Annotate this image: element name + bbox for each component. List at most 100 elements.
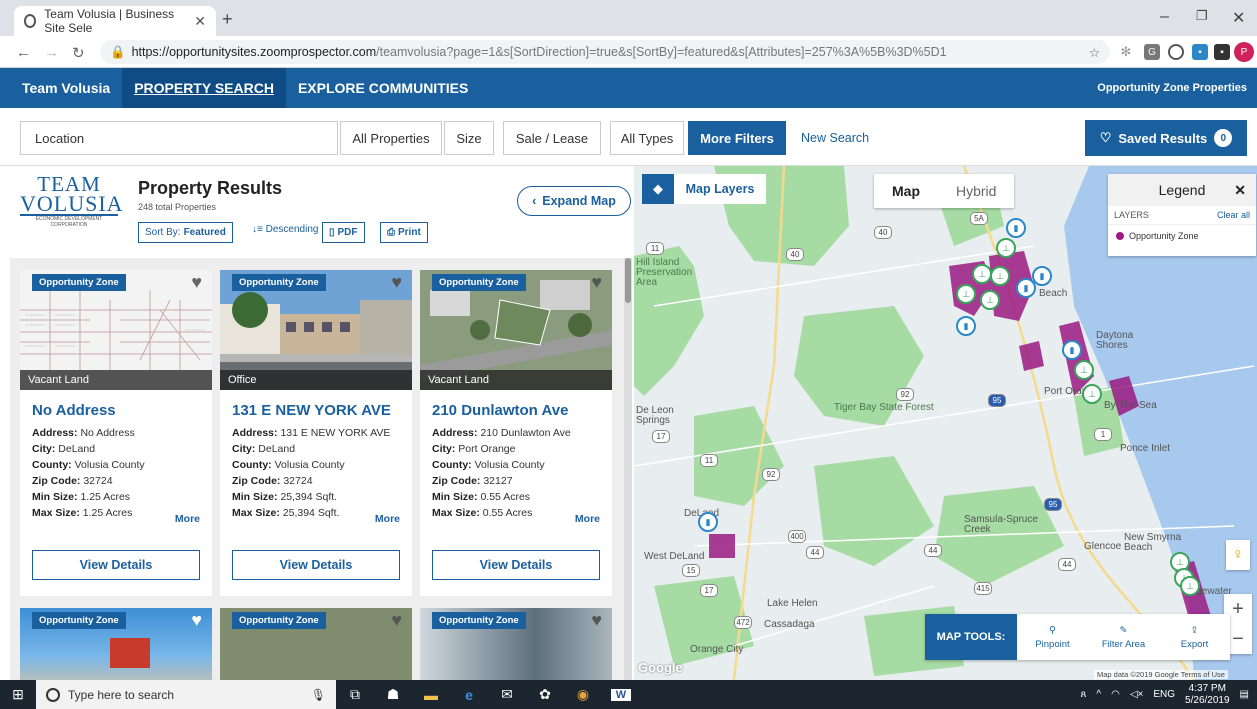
heart-icon[interactable]: ♥ [591,272,602,293]
windows-start-icon[interactable]: ⊞ [0,686,36,703]
view-details-button[interactable]: View Details [32,550,200,580]
pdf-button[interactable]: ▯ PDF [322,222,365,243]
reload-icon[interactable]: ↻ [72,44,85,62]
property-image[interactable]: Opportunity Zone ♥ [220,608,412,680]
map-type-map[interactable]: Map [874,174,938,208]
people-app-icon[interactable]: ☗ [374,686,412,703]
url-input[interactable]: 🔒 https://opportunitysites.zoomprospecto… [100,40,1110,64]
extension-icon[interactable]: G [1144,44,1160,60]
building-pin-icon[interactable]: ▮ [1016,278,1036,298]
task-view-icon[interactable]: ⧉ [336,686,374,703]
all-types-button[interactable]: All Types [610,121,684,155]
land-pin-icon[interactable]: ⊥ [990,266,1010,286]
close-window-icon[interactable]: ✕ [1232,8,1245,28]
view-details-button[interactable]: View Details [432,550,600,580]
nav-property-search[interactable]: PROPERTY SEARCH [122,68,286,108]
map-view[interactable]: Tiger Bay State Forest Port Orange By-Th… [634,166,1257,680]
scrollbar-thumb[interactable] [625,258,631,303]
microphone-icon[interactable]: 🎙 [311,688,326,702]
property-image[interactable]: Opportunity Zone ♥ [420,608,612,680]
property-card[interactable]: Opportunity Zone ♥ [420,608,612,680]
extension-icon[interactable]: ✻ [1118,44,1134,60]
property-image[interactable]: Opportunity Zone ♥ Vacant Land [20,270,212,390]
land-pin-icon[interactable]: ⊥ [980,290,1000,310]
land-pin-icon[interactable]: ⊥ [1074,360,1094,380]
land-pin-icon[interactable]: ⊥ [956,284,976,304]
minimize-icon[interactable]: – [1160,8,1169,26]
building-pin-icon[interactable]: ▮ [956,316,976,336]
forward-icon[interactable]: → [44,44,59,61]
close-tab-icon[interactable]: ✕ [194,13,206,30]
heart-icon[interactable]: ♥ [191,610,202,631]
land-pin-icon[interactable]: ⊥ [996,238,1016,258]
export-tool[interactable]: ⇪ Export [1159,614,1230,660]
clock[interactable]: 4:37 PM 5/26/2019 [1185,683,1230,707]
location-input[interactable]: Location [20,121,338,155]
map-type-hybrid[interactable]: Hybrid [938,174,1014,208]
app-icon[interactable]: ✿ [526,686,564,703]
star-icon[interactable]: ☆ [1089,45,1100,60]
clear-all-link[interactable]: Clear all [1217,210,1250,220]
pinpoint-tool[interactable]: ⚲ Pinpoint [1017,614,1088,660]
land-pin-icon[interactable]: ⊥ [1180,576,1200,596]
property-image[interactable]: Opportunity Zone ♥ Vacant Land [420,270,612,390]
property-card[interactable]: Opportunity Zone ♥ [220,608,412,680]
print-button[interactable]: ⎙ Print [380,222,428,243]
file-explorer-icon[interactable]: ▬ [412,687,450,703]
nav-explore-communities[interactable]: EXPLORE COMMUNITIES [286,68,480,108]
heart-icon[interactable]: ♥ [591,610,602,631]
property-title[interactable]: No Address [32,402,200,419]
browser-tab[interactable]: Team Volusia | Business Site Sele ✕ [14,6,216,36]
property-image[interactable]: Opportunity Zone ♥ Office [220,270,412,390]
more-link[interactable]: More [375,513,400,525]
people-icon[interactable]: ጸ [1081,689,1087,700]
saved-results-button[interactable]: ♡ Saved Results 0 [1085,120,1247,156]
new-search-link[interactable]: New Search [801,131,869,145]
profile-avatar[interactable]: P [1234,42,1254,62]
more-link[interactable]: More [575,513,600,525]
results-scrollbar[interactable] [624,258,632,680]
heart-icon[interactable]: ♥ [391,272,402,293]
zoom-in-icon[interactable]: + [1232,598,1244,621]
new-tab-icon[interactable]: + [222,9,233,30]
land-pin-icon[interactable]: ⊥ [972,264,992,284]
expand-map-button[interactable]: ‹ Expand Map [517,186,631,216]
heart-icon[interactable]: ♥ [191,272,202,293]
notifications-icon[interactable]: ▤ [1240,689,1249,700]
sort-direction-button[interactable]: ↓≡ Descending [252,224,318,235]
property-card[interactable]: Opportunity Zone ♥ Office 131 E NEW YORK… [220,270,412,596]
volume-icon[interactable]: ◁× [1130,689,1144,700]
building-pin-icon[interactable]: ▮ [698,512,718,532]
network-icon[interactable]: ◠ [1111,689,1120,700]
more-link[interactable]: More [175,513,200,525]
all-properties-button[interactable]: All Properties [340,121,442,155]
more-filters-button[interactable]: More Filters [688,121,786,155]
chrome-icon[interactable]: ◉ [564,686,602,703]
size-button[interactable]: Size [444,121,494,155]
map-attribution[interactable]: Map data ©2019 Google Terms of Use [1094,670,1228,679]
building-pin-icon[interactable]: ▮ [1006,218,1026,238]
property-image[interactable]: Opportunity Zone ♥ [20,608,212,680]
extension-icon[interactable]: ▪ [1214,44,1230,60]
close-icon[interactable]: ✕ [1234,182,1246,199]
building-pin-icon[interactable]: ▮ [1062,340,1082,360]
property-card[interactable]: Opportunity Zone ♥ [20,608,212,680]
filter-area-tool[interactable]: ✎ Filter Area [1088,614,1159,660]
sale-lease-button[interactable]: Sale / Lease [503,121,601,155]
zoom-out-icon[interactable]: − [1232,628,1244,651]
back-icon[interactable]: ← [16,44,31,61]
restore-icon[interactable]: ❐ [1196,8,1208,24]
sort-by-button[interactable]: Sort By: Featured [138,222,233,243]
map-layers-button[interactable]: ◆ Map Layers [642,174,766,204]
legend-item-label[interactable]: Opportunity Zone [1129,231,1199,241]
taskbar-search-box[interactable]: Type here to search 🎙 [36,680,336,709]
extension-icon[interactable]: ▪ [1192,44,1208,60]
extension-icon[interactable] [1168,44,1184,60]
language-indicator[interactable]: ENG [1153,689,1175,700]
property-card[interactable]: Opportunity Zone ♥ Vacant Land 210 Dunla… [420,270,612,596]
chevron-up-icon[interactable]: ^ [1096,689,1101,700]
heart-icon[interactable]: ♥ [391,610,402,631]
edge-browser-icon[interactable]: e [450,687,488,703]
word-icon[interactable]: W [611,688,631,701]
brand-link[interactable]: Team Volusia [0,68,122,108]
